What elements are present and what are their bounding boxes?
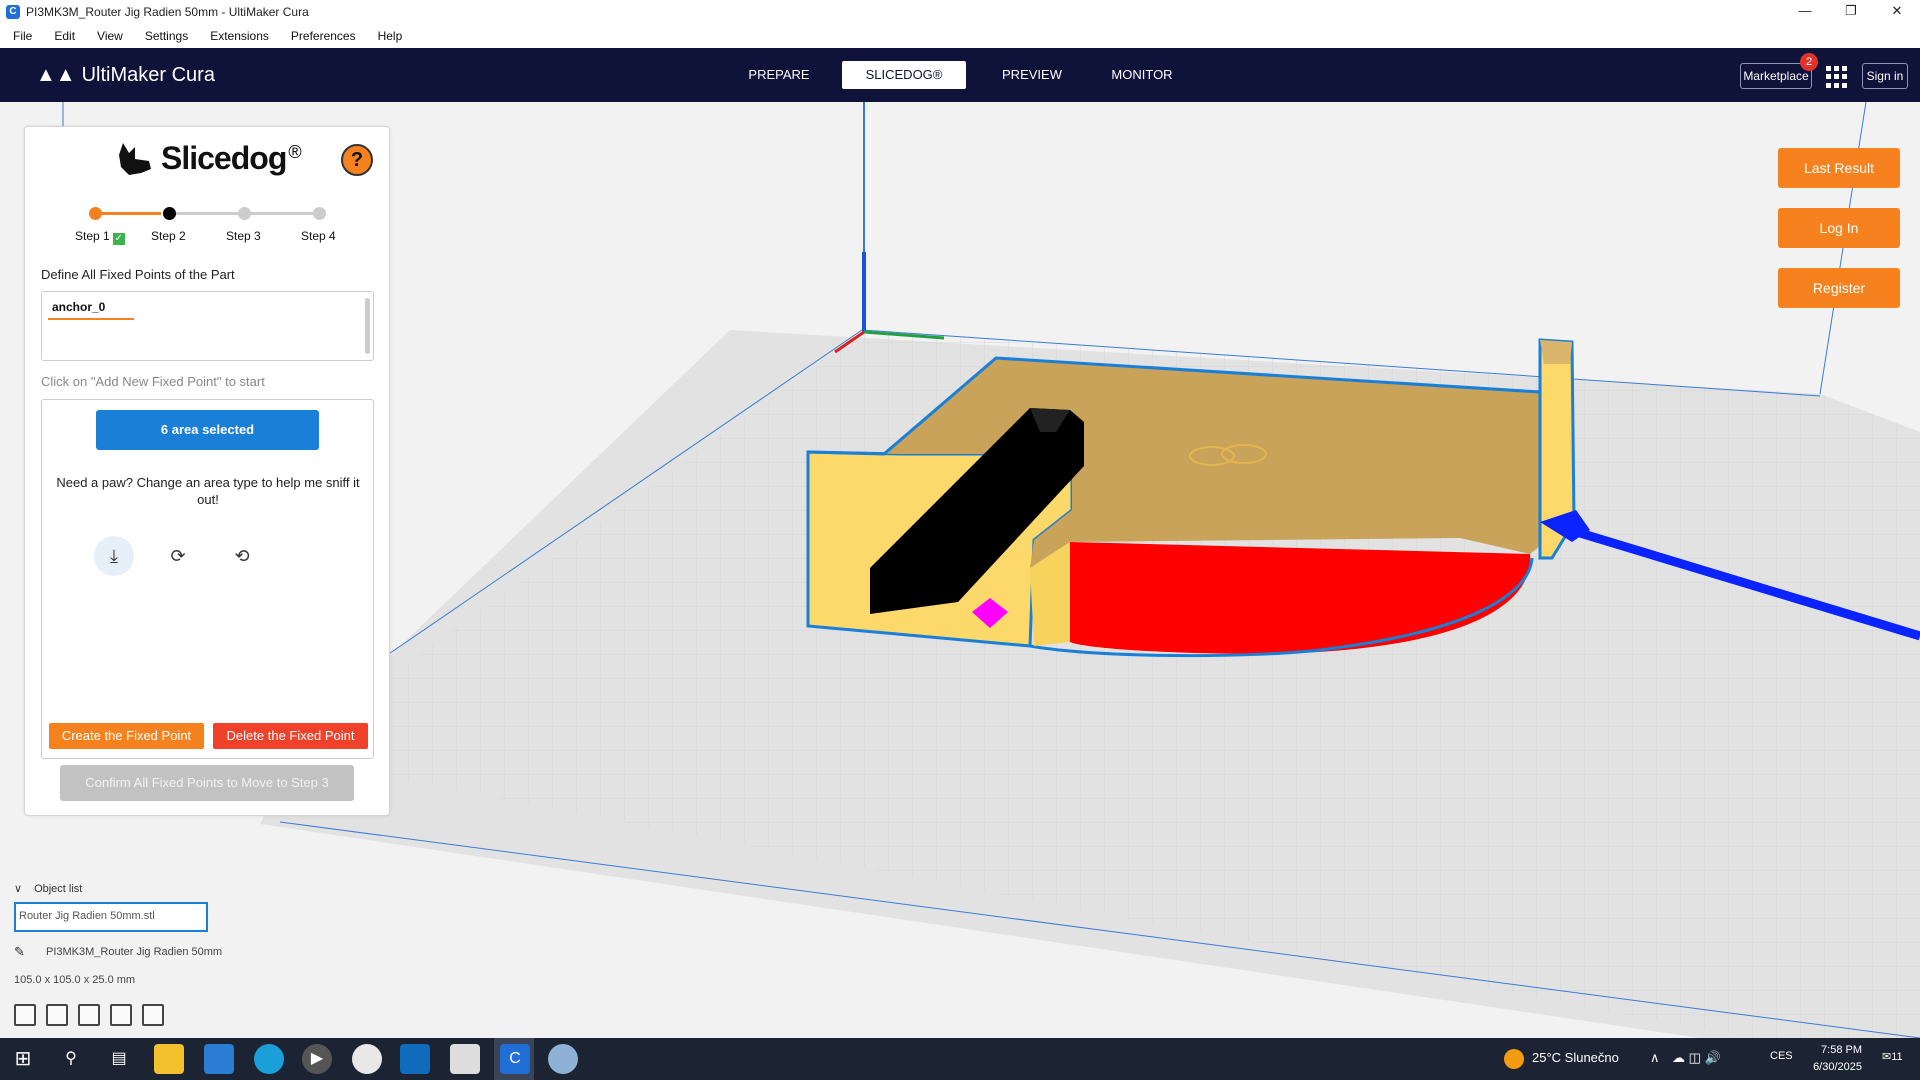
anchor-tab[interactable]: anchor_0 [48,300,134,320]
menu-bar: File Edit View Settings Extensions Prefe… [0,24,1920,48]
app-header: ▲▲ UltiMaker Cura PREPARE SLICEDOG® PREV… [0,48,1920,102]
ultimaker-logo: ▲▲ UltiMaker Cura [36,64,215,87]
chevron-down-icon: ∨ [14,883,23,895]
apps-grid-icon[interactable] [1826,66,1848,88]
menu-settings[interactable]: Settings [145,29,188,43]
clock[interactable]: 7:58 PM 6/30/2025 [1808,1042,1862,1076]
menu-view[interactable]: View [97,29,123,43]
menu-help[interactable]: Help [378,29,403,43]
area-selected-button[interactable]: 6 area selected [96,410,319,450]
brand-name: Slicedog [161,139,287,176]
window-title: PI3MK3M_Router Jig Radien 50mm - UltiMak… [26,5,309,19]
object-list-header[interactable]: ∨ Object list [14,882,82,895]
weather-text[interactable]: 25°C Slunečno [1532,1050,1619,1065]
area-selection-box: 6 area selected Need a paw? Change an ar… [41,399,374,759]
restore-icon[interactable]: ❐ [1828,0,1874,24]
pencil-icon[interactable]: ✎ [14,944,25,960]
object-list-label: Object list [34,883,83,895]
confirm-fixed-points-button[interactable]: Confirm All Fixed Points to Move to Step… [60,765,354,801]
weather-icon [1504,1049,1524,1069]
hint-text: Click on "Add New Fixed Point" to start [41,374,265,389]
clock-time: 7:58 PM [1821,1044,1862,1056]
step-progress: Step 1 ✓ Step 2 Step 3 Step 4 [75,207,375,247]
slicedog-brand: Slicedog ® [115,139,302,177]
object-list-item[interactable]: Router Jig Radien 50mm.stl [14,902,208,932]
list-scrollbar[interactable] [365,298,370,354]
tab-preview[interactable]: PREVIEW [982,61,1082,89]
registered-mark: ® [288,141,302,162]
step-1-dot[interactable] [89,207,102,220]
task-view-icon[interactable]: ▤ [104,1044,134,1074]
logo-text: UltiMaker Cura [81,64,215,86]
fixed-point-list: anchor_0 [41,291,374,361]
view-right-icon[interactable] [142,1004,164,1026]
view-front-icon[interactable] [46,1004,68,1026]
view-left-icon[interactable] [110,1004,132,1026]
sign-in-button[interactable]: Sign in [1862,63,1908,89]
step-2-dot[interactable] [163,207,176,220]
menu-edit[interactable]: Edit [54,29,75,43]
step-4-dot[interactable] [313,207,326,220]
edge-icon[interactable] [254,1044,284,1074]
cura-taskbar-icon[interactable]: C [500,1044,530,1074]
app-icon[interactable] [352,1044,382,1074]
dog-head-icon [119,143,151,175]
tab-prepare[interactable]: PREPARE [726,61,832,89]
slicedog-panel: Slicedog ® ? Step 1 ✓ Step 2 Step 3 Step … [24,126,390,816]
close-icon[interactable]: ✕ [1874,0,1920,24]
paw-help-text: Need a paw? Change an area type to help … [56,475,360,507]
help-button[interactable]: ? [341,144,373,176]
last-result-button[interactable]: Last Result [1778,148,1900,188]
notification-count: 11 [1891,1051,1903,1063]
window-titlebar: C PI3MK3M_Router Jig Radien 50mm - UltiM… [0,0,1920,24]
checkmark-icon: ✓ [112,233,125,245]
media-player-icon[interactable]: ▶ [302,1044,332,1074]
language-indicator[interactable]: CES [1770,1050,1793,1062]
view-3d-icon[interactable] [14,1004,36,1026]
menu-file[interactable]: File [13,29,32,43]
notification-icon[interactable]: ✉11 [1882,1050,1903,1063]
minimize-icon[interactable]: — [1782,0,1828,24]
step-4-label: Step 4 [301,229,336,243]
step-3-dot[interactable] [238,207,251,220]
download-icon[interactable]: ⤓ [94,536,134,576]
create-fixed-point-button[interactable]: Create the Fixed Point [49,723,204,749]
menu-preferences[interactable]: Preferences [291,29,356,43]
chevron-up-icon[interactable]: ∧ [1650,1050,1660,1066]
app-icon-3[interactable] [548,1044,578,1074]
file-explorer-icon[interactable] [154,1044,184,1074]
marketplace-badge: 2 [1800,53,1818,71]
view-top-icon[interactable] [78,1004,100,1026]
search-icon[interactable]: ⚲ [56,1044,86,1074]
clock-date: 6/30/2025 [1813,1061,1862,1073]
section-title: Define All Fixed Points of the Part [41,267,235,282]
tab-slicedog[interactable]: SLICEDOG® [842,61,966,89]
register-button[interactable]: Register [1778,268,1900,308]
step-2-label: Step 2 [151,229,186,243]
rotate-icon[interactable]: ⟳ [158,536,198,576]
ultimaker-logo-icon: ▲▲ [36,64,76,86]
step-1-label: Step 1 ✓ [75,229,125,245]
object-dimensions: 105.0 x 105.0 x 25.0 mm [14,974,136,986]
windows-taskbar: ⊞ ⚲ ▤ ▶ C 25°C Slunečno ∧ ☁ ◫ 🔊 CES 7:58… [0,1038,1920,1080]
step-3-label: Step 3 [226,229,261,243]
view-orientation-buttons [14,1004,174,1026]
menu-extensions[interactable]: Extensions [210,29,269,43]
outlook-icon[interactable] [400,1044,430,1074]
tab-monitor[interactable]: MONITOR [1092,61,1192,89]
log-in-button[interactable]: Log In [1778,208,1900,248]
delete-fixed-point-button[interactable]: Delete the Fixed Point [213,723,368,749]
store-icon[interactable] [204,1044,234,1074]
cura-app-icon: C [6,5,20,19]
app-icon-2[interactable] [450,1044,480,1074]
tray-icons[interactable]: ☁ ◫ 🔊 [1672,1050,1721,1066]
object-name: PI3MK3M_Router Jig Radien 50mm [46,946,223,958]
windows-start-icon[interactable]: ⊞ [8,1044,38,1074]
stage-tabs: PREPARE SLICEDOG® PREVIEW MONITOR [726,61,1192,89]
rotate-alt-icon[interactable]: ⟲ [222,536,262,576]
